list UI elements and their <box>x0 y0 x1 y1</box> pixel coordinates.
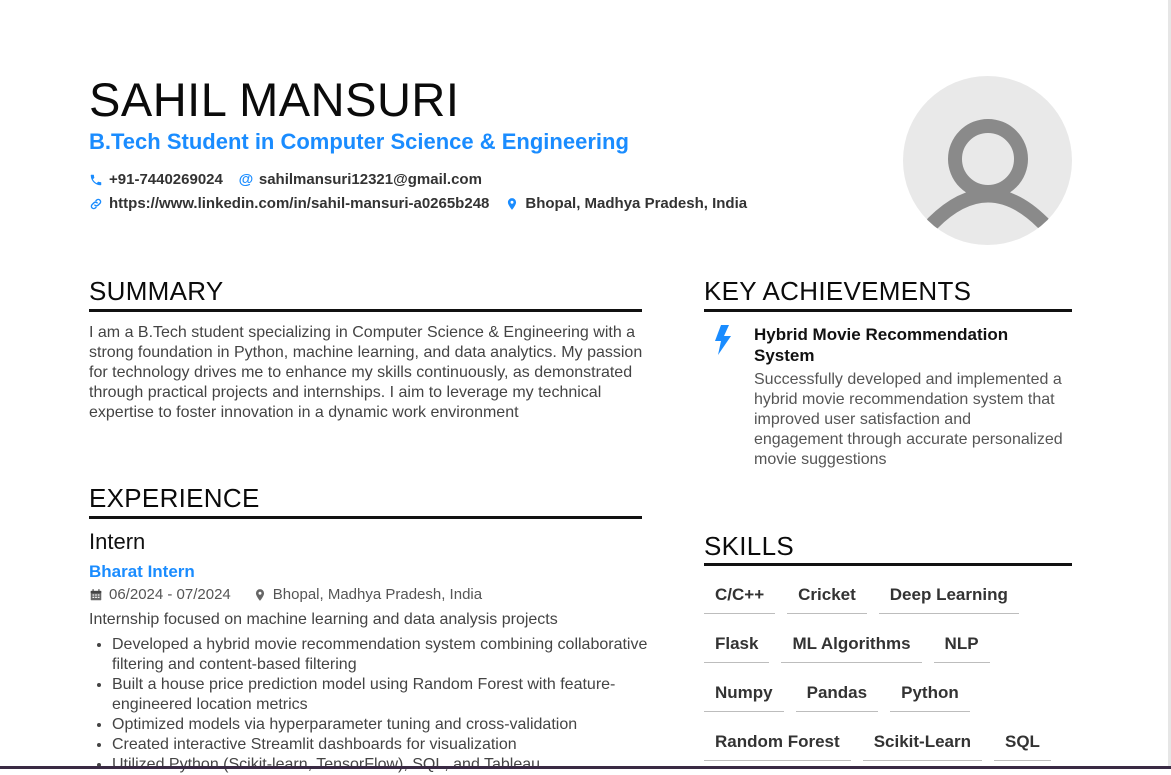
list-item: Built a house price prediction model usi… <box>112 675 672 715</box>
resume-page: SAHIL MANSURI B.Tech Student in Computer… <box>0 0 1168 773</box>
skills-divider <box>704 563 1072 566</box>
summary-text: I am a B.Tech student specializing in Co… <box>89 324 643 421</box>
experience-divider <box>89 516 642 519</box>
summary-heading: SUMMARY <box>89 276 224 306</box>
phone-icon <box>89 173 103 187</box>
skill-tag: Random Forest <box>704 725 851 761</box>
skill-tag: Deep Learning <box>878 578 1019 614</box>
job-dates: 06/2024 - 07/2024 <box>109 586 231 603</box>
job-meta: 06/2024 - 07/2024 Bhopal, Madhya Pradesh… <box>89 586 482 603</box>
location-contact: Bhopal, Madhya Pradesh, India <box>505 195 747 212</box>
company-name[interactable]: Bharat Intern <box>89 562 195 582</box>
map-pin-icon <box>505 197 519 211</box>
phone-text: +91-7440269024 <box>109 171 223 188</box>
avatar <box>903 76 1072 245</box>
list-item: Optimized models via hyperparameter tuni… <box>112 715 672 735</box>
skill-tag: C/C++ <box>704 578 776 614</box>
skill-tag: Numpy <box>704 676 784 712</box>
phone-contact[interactable]: +91-7440269024 <box>89 171 223 188</box>
link-icon <box>89 197 103 211</box>
achievements-heading: KEY ACHIEVEMENTS <box>704 276 972 306</box>
lightning-bolt-icon <box>712 324 734 356</box>
user-silhouette-icon <box>926 119 1050 230</box>
linkedin-contact[interactable]: https://www.linkedin.com/in/sahil-mansur… <box>89 195 489 212</box>
location-text: Bhopal, Madhya Pradesh, India <box>525 195 748 212</box>
skills-list: C/C++ Cricket Deep Learning Flask ML Alg… <box>704 578 1074 761</box>
skill-tag: SQL <box>994 725 1051 761</box>
list-item: Developed a hybrid movie recommendation … <box>112 635 672 675</box>
skill-tag: Scikit-Learn <box>862 725 982 761</box>
achievement-text: Successfully developed and implemented a… <box>754 371 1063 468</box>
skill-tag: Cricket <box>787 578 867 614</box>
email-text: sahilmansuri12321@gmail.com <box>258 171 482 188</box>
job-description: Internship focused on machine learning a… <box>89 611 558 628</box>
list-item: Utilized Python (Scikit-learn, TensorFlo… <box>112 755 672 775</box>
linkedin-text: https://www.linkedin.com/in/sahil-mansur… <box>109 195 490 212</box>
list-item: Created interactive Streamlit dashboards… <box>112 735 672 755</box>
achievements-divider <box>704 309 1072 312</box>
calendar-icon <box>89 588 103 602</box>
skill-tag: Pandas <box>795 676 879 712</box>
job-bullets: Developed a hybrid movie recommendation … <box>89 635 672 775</box>
contact-row-primary: +91-7440269024 @ sahilmansuri12321@gmail… <box>89 171 498 188</box>
job-location: Bhopal, Madhya Pradesh, India <box>272 586 483 603</box>
email-contact[interactable]: @ sahilmansuri12321@gmail.com <box>239 171 482 188</box>
experience-heading: EXPERIENCE <box>89 483 260 513</box>
contact-row-secondary: https://www.linkedin.com/in/sahil-mansur… <box>89 195 763 212</box>
map-pin-icon <box>253 588 267 602</box>
at-sign-icon: @ <box>238 171 254 188</box>
skills-heading: SKILLS <box>704 531 794 561</box>
job-title: Intern <box>89 529 146 554</box>
summary-divider <box>89 309 642 312</box>
skill-tag: Flask <box>704 627 770 663</box>
candidate-name: SAHIL MANSURI <box>89 73 460 126</box>
candidate-subtitle: B.Tech Student in Computer Science & Eng… <box>89 129 629 154</box>
skill-tag: ML Algorithms <box>781 627 922 663</box>
skill-tag: NLP <box>933 627 990 663</box>
skill-tag: Python <box>890 676 970 712</box>
achievement-title: Hybrid Movie Recommendation System <box>754 325 1009 365</box>
